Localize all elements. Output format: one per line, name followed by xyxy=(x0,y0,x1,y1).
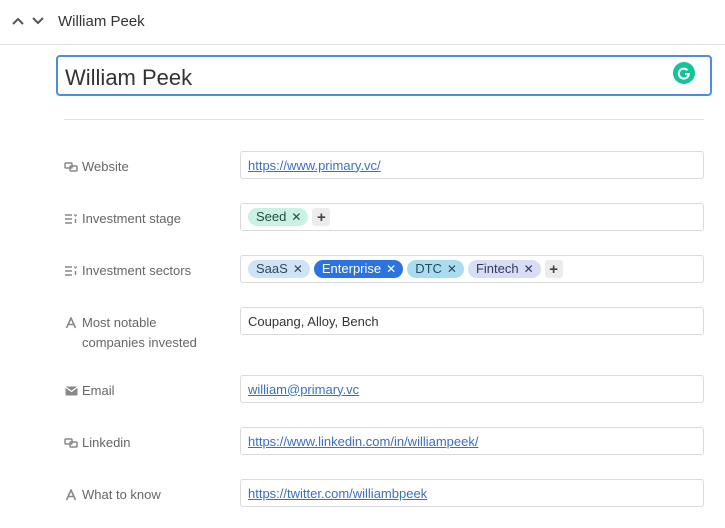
email-link[interactable]: william@primary.vc xyxy=(248,382,359,397)
linkedin-link[interactable]: https://www.linkedin.com/in/williampeek/ xyxy=(248,434,478,449)
field-label: What to know xyxy=(64,485,234,505)
add-tag-button[interactable]: + xyxy=(544,260,563,278)
record-name-text[interactable]: William Peek xyxy=(65,65,192,91)
tag-seed: Seed ✕ xyxy=(248,208,309,226)
record-header: William Peek xyxy=(0,0,725,45)
what-to-know-label: What to know xyxy=(82,487,161,502)
notable-companies-value: Coupang, Alloy, Bench xyxy=(248,313,379,329)
grammarly-icon[interactable] xyxy=(673,62,695,84)
remove-tag-icon[interactable]: ✕ xyxy=(524,260,534,278)
add-tag-button[interactable]: + xyxy=(312,208,331,226)
multi-select-icon xyxy=(64,261,78,281)
what-to-know-link[interactable]: https://twitter.com/williambpeek xyxy=(248,486,427,501)
investment-stage-field[interactable]: Seed ✕ + xyxy=(240,203,704,231)
investment-sectors-field[interactable]: SaaS ✕ Enterprise ✕ DTC ✕ Fintech ✕ + xyxy=(240,255,704,283)
previous-record-button[interactable] xyxy=(9,12,27,30)
text-icon xyxy=(64,485,78,505)
tag-saas: SaaS ✕ xyxy=(248,260,310,278)
next-record-button[interactable] xyxy=(29,12,47,30)
website-label: Website xyxy=(82,159,129,174)
email-label: Email xyxy=(82,383,115,398)
linkedin-field[interactable]: https://www.linkedin.com/in/williampeek/ xyxy=(240,427,704,455)
tag-fintech: Fintech ✕ xyxy=(467,260,541,278)
field-label: Most notable companies invested xyxy=(64,313,234,353)
email-icon xyxy=(64,381,78,401)
field-label: Linkedin xyxy=(64,433,234,453)
investment-sectors-label: Investment sectors xyxy=(82,263,192,278)
record-name-input[interactable]: William Peek xyxy=(56,55,712,96)
text-icon xyxy=(64,313,78,333)
website-link[interactable]: https://www.primary.vc/ xyxy=(248,158,381,173)
remove-tag-icon[interactable]: ✕ xyxy=(293,260,303,278)
website-field[interactable]: https://www.primary.vc/ xyxy=(240,151,704,179)
chevron-up-icon xyxy=(12,17,24,25)
chevron-down-icon xyxy=(32,17,44,25)
notable-companies-label: Most notable companies invested xyxy=(82,315,197,350)
field-label: Website xyxy=(64,157,234,177)
multi-select-icon xyxy=(64,209,78,229)
tag-enterprise: Enterprise ✕ xyxy=(313,260,404,278)
investment-stage-label: Investment stage xyxy=(82,211,181,226)
link-icon xyxy=(64,433,78,453)
field-label: Investment stage xyxy=(64,209,234,229)
what-to-know-field[interactable]: https://twitter.com/williambpeek xyxy=(240,479,704,507)
remove-tag-icon[interactable]: ✕ xyxy=(291,208,301,226)
field-label: Email xyxy=(64,381,234,401)
link-icon xyxy=(64,157,78,177)
notable-companies-field[interactable]: Coupang, Alloy, Bench xyxy=(240,307,704,335)
email-field[interactable]: william@primary.vc xyxy=(240,375,704,403)
remove-tag-icon[interactable]: ✕ xyxy=(447,260,457,278)
tag-dtc: DTC ✕ xyxy=(407,260,464,278)
remove-tag-icon[interactable]: ✕ xyxy=(386,260,396,278)
divider xyxy=(64,119,704,120)
header-title: William Peek xyxy=(58,13,145,30)
field-label: Investment sectors xyxy=(64,261,234,281)
linkedin-label: Linkedin xyxy=(82,435,131,450)
